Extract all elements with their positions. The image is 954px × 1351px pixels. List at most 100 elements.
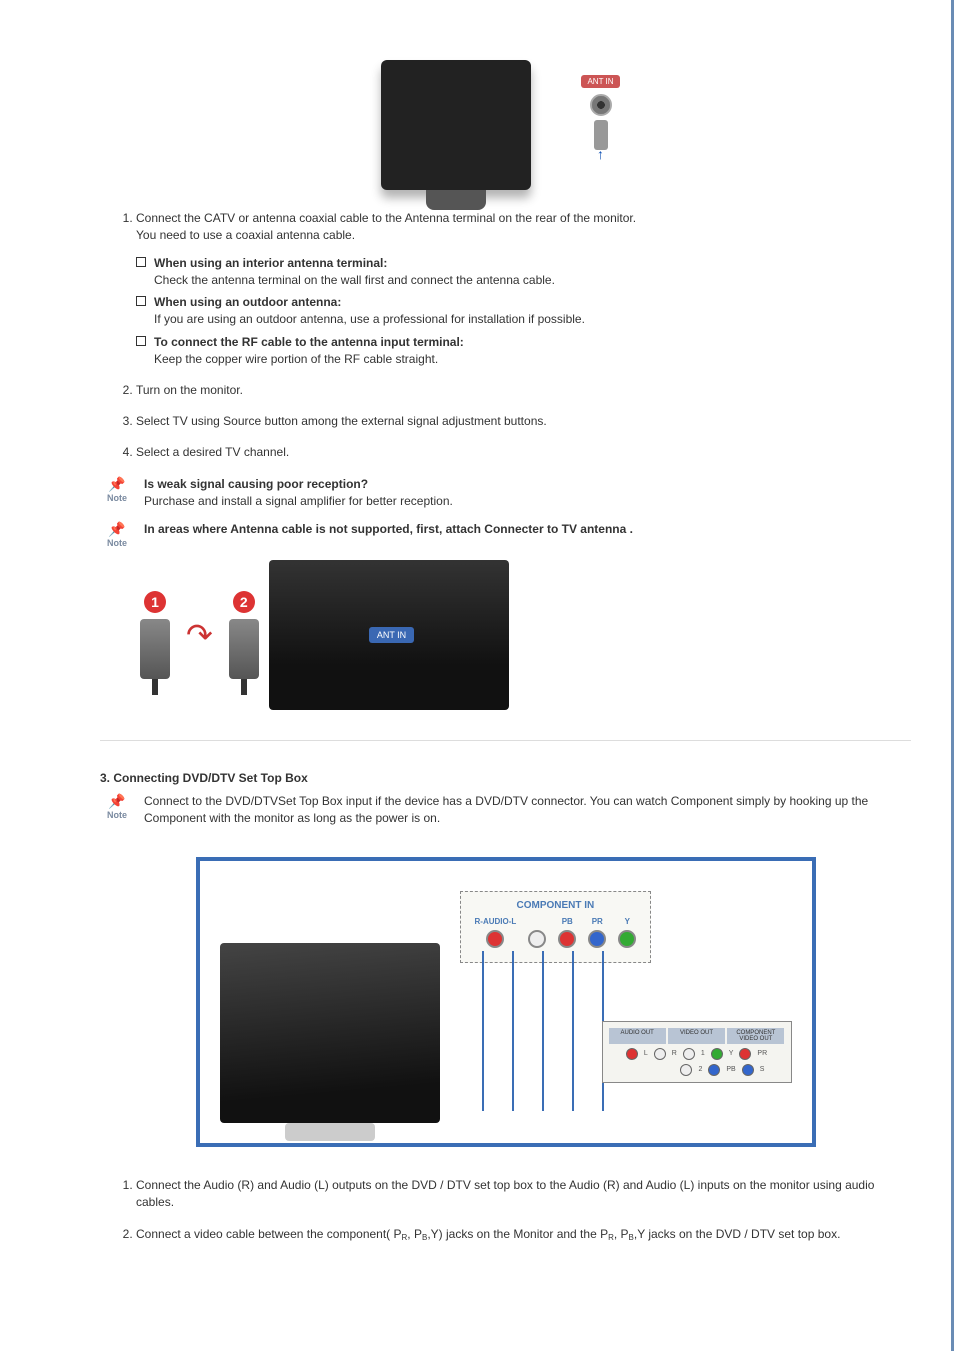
figure-connector-steps: 1 ↷ 2 ANT IN — [140, 560, 911, 710]
step-2: Turn on the monitor. — [136, 382, 911, 399]
sub-item-interior: When using an interior antenna terminal:… — [136, 255, 911, 289]
note-label: Note — [100, 493, 134, 503]
up-arrow-icon: ↑ — [597, 146, 604, 162]
step-3: Select TV using Source button among the … — [136, 413, 911, 430]
pin-icon: 📌 — [100, 476, 134, 493]
mini-port-icon — [739, 1048, 751, 1060]
sub-item-outdoor: When using an outdoor antenna: If you ar… — [136, 294, 911, 328]
sub-r2: R — [608, 1233, 614, 1242]
antenna-connector-image: ANT IN ↑ — [571, 75, 631, 175]
connector-1: 1 — [140, 591, 170, 679]
plug-icon — [140, 619, 170, 679]
s2a: Connect a video cable between the compon… — [136, 1227, 402, 1241]
dvd-step-1: Connect the Audio (R) and Audio (L) outp… — [136, 1177, 911, 1212]
mini-s: S — [760, 1066, 765, 1073]
empty-label — [536, 917, 538, 927]
checkbox-icon — [136, 336, 146, 346]
note2-head: In areas where Antenna cable is not supp… — [144, 522, 633, 536]
section-3-title: 3. Connecting DVD/DTV Set Top Box — [100, 771, 911, 785]
sub-rf-head: To connect the RF cable to the antenna i… — [154, 335, 464, 349]
pb-label: PB — [562, 917, 573, 927]
note-dvd-body: Connect to the DVD/DTVSet Top Box input … — [144, 793, 911, 827]
note-connector: 📌 Note In areas where Antenna cable is n… — [100, 521, 911, 548]
connector-2: 2 — [229, 591, 259, 679]
ant-in-label: ANT IN — [581, 75, 619, 88]
mini-r: R — [672, 1050, 677, 1057]
note1-head: Is weak signal causing poor reception? — [144, 477, 368, 491]
note-label: Note — [100, 538, 134, 548]
plug-icon — [229, 619, 259, 679]
mini-port-icon — [708, 1064, 720, 1076]
mini-pb: PB — [726, 1066, 735, 1073]
figure-monitor-antenna: ANT IN ↑ — [100, 60, 911, 190]
note-weak-signal: 📌 Note Is weak signal causing poor recep… — [100, 476, 911, 510]
s2b: , P — [407, 1227, 422, 1241]
y-label: Y — [625, 917, 630, 927]
marker-1: 1 — [144, 591, 166, 613]
mini-port-icon — [680, 1064, 692, 1076]
mini-y: Y — [729, 1050, 734, 1057]
sub-item-rf: To connect the RF cable to the antenna i… — [136, 334, 911, 368]
sub-b: B — [422, 1233, 427, 1242]
mini-port-icon — [711, 1048, 723, 1060]
stbox-tab-comp: COMPONENT VIDEO OUT — [727, 1028, 784, 1044]
stbox-tab-video: VIDEO OUT — [668, 1028, 725, 1044]
sub-interior-body: Check the antenna terminal on the wall f… — [154, 273, 555, 287]
marker-2: 2 — [233, 591, 255, 613]
mini-c2: 2 — [698, 1066, 702, 1073]
s2c: ,Y) jacks on the Monitor and the P — [427, 1227, 608, 1241]
sub-r: R — [402, 1233, 408, 1242]
note1-body: Purchase and install a signal amplifier … — [144, 494, 453, 508]
step-1-line1: Connect the CATV or antenna coaxial cabl… — [136, 211, 636, 225]
monitor-rear-image: ANT IN — [269, 560, 509, 710]
pin-icon: 📌 — [100, 521, 134, 538]
mini-port-icon — [626, 1048, 638, 1060]
s2e: ,Y jacks on the DVD / DTV set top box. — [634, 1227, 841, 1241]
mini-port-icon — [742, 1064, 754, 1076]
checkbox-icon — [136, 296, 146, 306]
pr-label: PR — [592, 917, 603, 927]
dvd-steps-list: Connect the Audio (R) and Audio (L) outp… — [120, 1177, 911, 1243]
sub-outdoor-head: When using an outdoor antenna: — [154, 295, 341, 309]
antenna-jack-icon — [590, 94, 612, 116]
wire-icon — [512, 951, 514, 1111]
ant-in-badge: ANT IN — [369, 627, 414, 643]
sub-outdoor-body: If you are using an outdoor antenna, use… — [154, 312, 585, 326]
component-diagram: COMPONENT IN R-AUDIO-L PB PR — [196, 857, 816, 1147]
audio-r-port-icon — [486, 930, 504, 948]
component-in-title: COMPONENT IN — [475, 900, 637, 911]
mini-pr: PR — [757, 1050, 767, 1057]
step-1: Connect the CATV or antenna coaxial cabl… — [136, 210, 911, 368]
s2d: , P — [614, 1227, 629, 1241]
monitor-image — [220, 943, 440, 1123]
mini-c1: 1 — [701, 1050, 705, 1057]
note-dvd-dtv: 📌 Note Connect to the DVD/DTVSet Top Box… — [100, 793, 911, 827]
wire-icon — [482, 951, 484, 1111]
step-1-line2: You need to use a coaxial antenna cable. — [136, 228, 355, 242]
sub-rf-body: Keep the copper wire portion of the RF c… — [154, 352, 438, 366]
dvd-step-2: Connect a video cable between the compon… — [136, 1226, 911, 1243]
set-top-box-panel: AUDIO OUT VIDEO OUT COMPONENT VIDEO OUT … — [602, 1021, 792, 1083]
curve-arrow-icon: ↷ — [186, 616, 213, 654]
pr-port-icon — [588, 930, 606, 948]
mini-port-icon — [654, 1048, 666, 1060]
sub-b2: B — [629, 1233, 634, 1242]
stbox-tab-audio: AUDIO OUT — [609, 1028, 666, 1044]
monitor-image — [381, 60, 531, 190]
pin-icon: 📌 — [100, 793, 134, 810]
mini-l: L — [644, 1050, 648, 1057]
component-in-panel: COMPONENT IN R-AUDIO-L PB PR — [460, 891, 652, 963]
y-port-icon — [618, 930, 636, 948]
r-audio-label: R-AUDIO-L — [475, 917, 517, 927]
wire-icon — [572, 951, 574, 1111]
install-steps-list: Connect the CATV or antenna coaxial cabl… — [120, 210, 911, 462]
divider — [100, 740, 911, 741]
audio-l-port-icon — [528, 930, 546, 948]
step-4: Select a desired TV channel. — [136, 444, 911, 461]
mini-port-icon — [683, 1048, 695, 1060]
wire-icon — [542, 951, 544, 1111]
checkbox-icon — [136, 257, 146, 267]
note-label: Note — [100, 810, 134, 820]
sub-interior-head: When using an interior antenna terminal: — [154, 256, 387, 270]
pb-port-icon — [558, 930, 576, 948]
